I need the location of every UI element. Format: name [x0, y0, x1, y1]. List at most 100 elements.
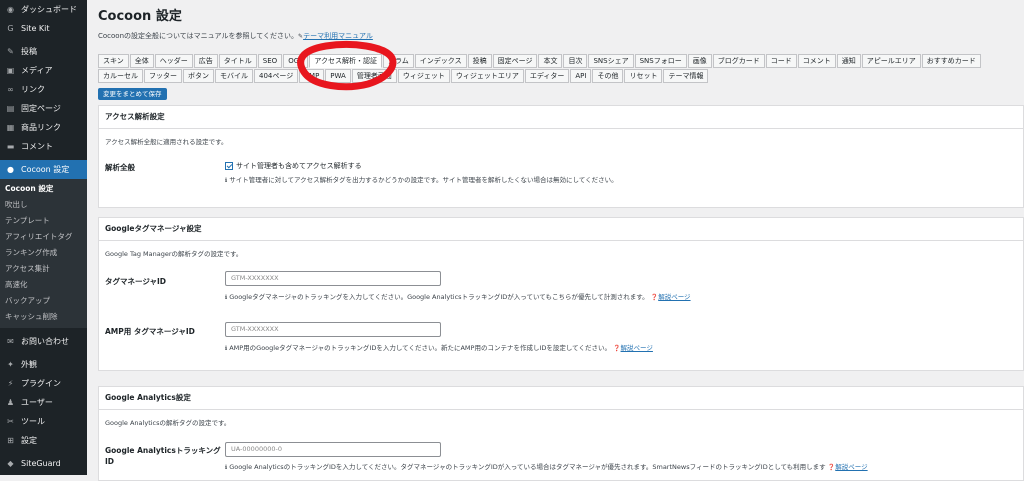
- submenu-item[interactable]: キャッシュ削除: [0, 309, 87, 325]
- submenu-item[interactable]: テンプレート: [0, 213, 87, 229]
- settings-tab[interactable]: カラム: [383, 54, 414, 68]
- settings-tab[interactable]: API: [570, 69, 592, 83]
- settings-tab[interactable]: 固定ページ: [492, 54, 538, 68]
- sidebar-item-cocoon-settings[interactable]: ● Cocoon 設定: [0, 160, 87, 179]
- save-all-button[interactable]: 変更をまとめて保存: [98, 88, 167, 100]
- settings-tab[interactable]: ブログカード: [712, 54, 765, 68]
- plugin-icon: ⚡: [7, 379, 14, 388]
- ga-tracking-id-input[interactable]: UA-00000000-0: [225, 442, 441, 457]
- sidebar-item-label: 商品リンク: [21, 123, 61, 132]
- gtm-id-input[interactable]: GTM-XXXXXXX: [225, 271, 441, 286]
- sidebar-item-label: ユーザー: [21, 398, 53, 407]
- submenu-item[interactable]: ランキング作成: [0, 245, 87, 261]
- submenu-item[interactable]: 吹出し: [0, 197, 87, 213]
- settings-tab[interactable]: AMP: [299, 69, 325, 83]
- settings-tab[interactable]: スキン: [98, 54, 129, 68]
- settings-tab[interactable]: OGP: [283, 54, 309, 68]
- field-help: ℹ Googleタグマネージャのトラッキングを入力してください。Google A…: [225, 291, 691, 301]
- settings-tab[interactable]: フッター: [144, 69, 182, 83]
- settings-tab[interactable]: SNSシェア: [588, 54, 634, 68]
- sidebar-item-siteguard[interactable]: ◆ SiteGuard: [0, 454, 87, 473]
- settings-tab[interactable]: 目次: [563, 54, 588, 68]
- settings-icon: ⊞: [7, 436, 14, 445]
- sidebar-item-site-kit[interactable]: G Site Kit: [0, 19, 87, 38]
- guide-link[interactable]: 解説ページ: [835, 463, 867, 471]
- settings-tab[interactable]: 管理者画面: [351, 69, 397, 83]
- pin-icon: ✎: [7, 47, 14, 56]
- field-help: ℹ Google AnalyticsのトラッキングIDを入力してください。タグマ…: [225, 461, 868, 471]
- google-analytics-panel: Google Analytics設定 Google Analyticsの解析タグ…: [98, 386, 1024, 481]
- checkbox-label: サイト管理者も含めてアクセス解析する: [236, 162, 362, 170]
- submenu-item[interactable]: Cocoon 設定: [0, 181, 87, 197]
- settings-tab[interactable]: 画像: [687, 54, 712, 68]
- gtm-panel: Googleタグマネージャ設定 Google Tag Managerの解析タグの…: [98, 217, 1024, 371]
- settings-tab[interactable]: 投稿: [467, 54, 492, 68]
- sidebar-item-label: プラグイン: [21, 379, 61, 388]
- question-icon: ❓: [613, 345, 621, 352]
- field-label: AMP用 タグマネージャID: [105, 327, 195, 336]
- sidebar-item-tools[interactable]: ✂ ツール: [0, 412, 87, 431]
- include-admin-checkbox[interactable]: サイト管理者も含めてアクセス解析する: [225, 161, 362, 171]
- field-label: ID: [105, 457, 115, 466]
- settings-tab[interactable]: SEO: [257, 54, 283, 68]
- submenu-item[interactable]: 高速化: [0, 277, 87, 293]
- submenu-item[interactable]: アフィリエイトタグ: [0, 229, 87, 245]
- comment-icon: ▬: [6, 142, 15, 151]
- sidebar-item-appearance[interactable]: ✦ 外観: [0, 355, 87, 374]
- sidebar-item-plugin[interactable]: ⚡ プラグイン: [0, 374, 87, 393]
- siteguard-icon: ◆: [7, 459, 14, 468]
- sidebar-item-page[interactable]: ▤ 固定ページ: [0, 99, 87, 118]
- sidebar-item-label: Cocoon 設定: [21, 165, 70, 174]
- amp-gtm-id-input[interactable]: GTM-XXXXXXX: [225, 322, 441, 337]
- settings-tab[interactable]: タイトル: [218, 54, 257, 68]
- settings-tab[interactable]: SNSフォロー: [634, 54, 687, 68]
- settings-tab[interactable]: 広告: [193, 54, 218, 68]
- manual-link[interactable]: テーマ利用マニュアル: [303, 32, 373, 40]
- settings-tab[interactable]: おすすめカード: [921, 54, 981, 68]
- settings-tab[interactable]: リセット: [624, 69, 663, 83]
- sidebar-item-mail[interactable]: ✉ お問い合わせ: [0, 332, 87, 351]
- panel-title: アクセス解析設定: [99, 106, 1023, 129]
- settings-tab[interactable]: その他: [592, 69, 624, 83]
- settings-tab[interactable]: 本文: [538, 54, 563, 68]
- sidebar-item-settings[interactable]: ⊞ 設定: [0, 431, 87, 450]
- settings-tabs: スキン 全体 ヘッダー 広告 タイトル SEO OGP アクセス解析・認証 カラム インデックス投…: [98, 54, 1022, 83]
- settings-tab[interactable]: アピールエリア: [861, 54, 921, 68]
- guide-link[interactable]: 解説ページ: [621, 344, 653, 352]
- settings-tab[interactable]: ウィジェット: [397, 69, 450, 83]
- settings-tab[interactable]: コード: [765, 54, 797, 68]
- submenu-item[interactable]: アクセス集計: [0, 261, 87, 277]
- submenu-item[interactable]: バックアップ: [0, 293, 87, 309]
- guide-link[interactable]: 解説ページ: [658, 293, 690, 301]
- settings-tab[interactable]: テーマ情報: [663, 69, 709, 83]
- settings-tab[interactable]: エディター: [524, 69, 570, 83]
- settings-tab[interactable]: ボタン: [183, 69, 214, 83]
- sidebar-item-link[interactable]: ∞ リンク: [0, 80, 87, 99]
- sidebar-item-label: Site Kit: [21, 24, 50, 33]
- sidebar-item-product-link[interactable]: ▦ 商品リンク: [0, 118, 87, 137]
- settings-tab[interactable]: インデックス: [414, 54, 467, 68]
- sidebar-item-dashboard[interactable]: ◉ ダッシュボード: [0, 0, 87, 19]
- sidebar-item-comment[interactable]: ▬ コメント: [0, 137, 87, 156]
- tab-row: カルーセル フッター ボタン モバイル 404ページ AMP PWA 管理者画面 ウィジェットウ…: [98, 69, 1022, 83]
- field-label: 解析全般: [105, 163, 135, 172]
- sidebar-item-label: ダッシュボード: [21, 5, 77, 14]
- settings-tab[interactable]: カルーセル: [98, 69, 143, 83]
- appearance-icon: ✦: [7, 360, 14, 369]
- panel-description: アクセス解析全般に適用される設定です。: [105, 138, 228, 146]
- settings-tab[interactable]: ウィジェットエリア: [450, 69, 524, 83]
- sidebar-item-label: SiteGuard: [21, 459, 61, 468]
- link-icon: ∞: [7, 85, 14, 94]
- settings-tab[interactable]: コメント: [797, 54, 836, 68]
- settings-tab[interactable]: 404ページ: [254, 69, 299, 83]
- settings-tab[interactable]: 通知: [836, 54, 861, 68]
- settings-tab[interactable]: ヘッダー: [154, 54, 193, 68]
- settings-tab[interactable]: 全体: [129, 54, 154, 68]
- settings-tab[interactable]: PWA: [325, 69, 351, 83]
- sidebar-item-users[interactable]: ♟ ユーザー: [0, 393, 87, 412]
- settings-tab[interactable]: アクセス解析・認証: [309, 54, 382, 68]
- sidebar-item-pin[interactable]: ✎ 投稿: [0, 42, 87, 61]
- settings-tab[interactable]: モバイル: [215, 69, 253, 83]
- description-text: Cocoonの設定全般についてはマニュアルを参照してください。: [98, 32, 299, 40]
- sidebar-item-media[interactable]: ▣ メディア: [0, 61, 87, 80]
